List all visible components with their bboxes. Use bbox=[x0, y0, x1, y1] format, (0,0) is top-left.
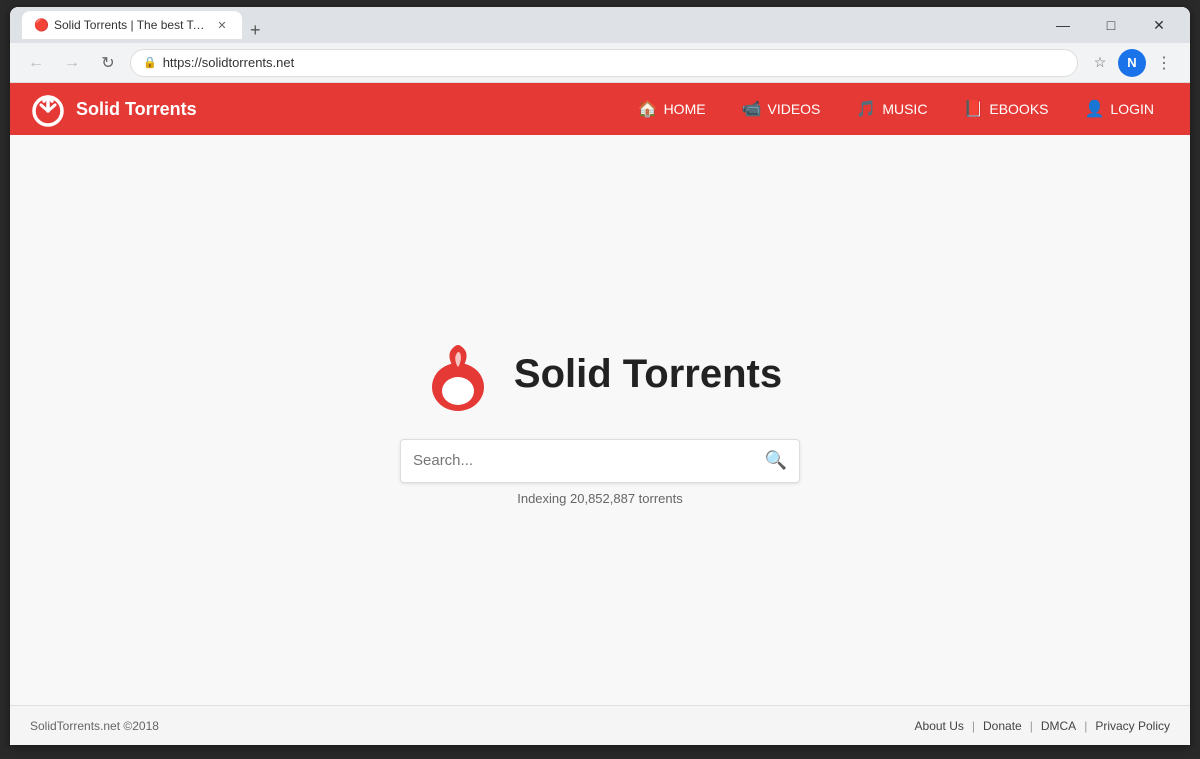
user-icon: 👤 bbox=[1085, 99, 1105, 119]
search-container: 🔍 Indexing 20,852,887 torrents bbox=[400, 439, 800, 506]
nav-music[interactable]: 🎵 MUSIC bbox=[840, 91, 943, 127]
forward-button[interactable]: → bbox=[58, 49, 86, 77]
reload-button[interactable]: ↻ bbox=[94, 49, 122, 77]
site-main: Solid Torrents 🔍 Indexing 20,852,887 tor… bbox=[10, 135, 1190, 705]
music-icon: 🎵 bbox=[856, 99, 876, 119]
video-icon: 📹 bbox=[742, 99, 762, 119]
search-icon[interactable]: 🔍 bbox=[765, 450, 787, 471]
hero-logo-icon bbox=[418, 335, 498, 415]
nav-ebooks[interactable]: 📕 EBOOKS bbox=[947, 91, 1064, 127]
nav-login[interactable]: 👤 LOGIN bbox=[1069, 91, 1171, 127]
new-tab-button[interactable]: + bbox=[242, 21, 269, 39]
nav-videos[interactable]: 📹 VIDEOS bbox=[726, 91, 837, 127]
title-bar: 🔴 Solid Torrents | The best Torrent ✕ + … bbox=[10, 7, 1190, 43]
footer-donate[interactable]: Donate bbox=[983, 719, 1022, 733]
footer-about[interactable]: About Us bbox=[915, 719, 964, 733]
tab-favicon-icon: 🔴 bbox=[34, 18, 48, 32]
footer-privacy[interactable]: Privacy Policy bbox=[1095, 719, 1170, 733]
tab-title: Solid Torrents | The best Torrent bbox=[54, 18, 208, 32]
nav-music-label: MUSIC bbox=[882, 101, 927, 117]
url-bar[interactable]: 🔒 https://solidtorrents.net bbox=[130, 49, 1078, 77]
footer-links: About Us | Donate | DMCA | Privacy Polic… bbox=[915, 719, 1170, 733]
profile-button[interactable]: N bbox=[1118, 49, 1146, 77]
site-logo-icon bbox=[30, 91, 66, 127]
website-content: Solid Torrents 🏠 HOME 📹 VIDEOS 🎵 MUSIC 📕 bbox=[10, 83, 1190, 745]
tab-close-button[interactable]: ✕ bbox=[214, 17, 230, 33]
url-text: https://solidtorrents.net bbox=[163, 55, 1065, 70]
back-button[interactable]: ← bbox=[22, 49, 50, 77]
browser-tab[interactable]: 🔴 Solid Torrents | The best Torrent ✕ bbox=[22, 11, 242, 39]
site-footer: SolidTorrents.net ©2018 About Us | Donat… bbox=[10, 705, 1190, 745]
address-actions: ☆ N ⋮ bbox=[1086, 49, 1178, 77]
footer-sep-1: | bbox=[972, 719, 975, 733]
nav-home[interactable]: 🏠 HOME bbox=[622, 91, 722, 127]
hero-logo-text: Solid Torrents bbox=[514, 352, 782, 397]
maximize-button[interactable]: □ bbox=[1088, 7, 1134, 43]
site-navigation: Solid Torrents 🏠 HOME 📹 VIDEOS 🎵 MUSIC 📕 bbox=[10, 83, 1190, 135]
site-nav-links: 🏠 HOME 📹 VIDEOS 🎵 MUSIC 📕 EBOOKS 👤 bbox=[622, 91, 1170, 127]
nav-ebooks-label: EBOOKS bbox=[989, 101, 1048, 117]
nav-videos-label: VIDEOS bbox=[767, 101, 820, 117]
footer-dmca[interactable]: DMCA bbox=[1041, 719, 1076, 733]
minimize-button[interactable]: — bbox=[1040, 7, 1086, 43]
home-icon: 🏠 bbox=[638, 99, 658, 119]
lock-icon: 🔒 bbox=[143, 56, 157, 69]
search-subtitle: Indexing 20,852,887 torrents bbox=[517, 491, 683, 506]
site-logo[interactable]: Solid Torrents bbox=[30, 91, 197, 127]
hero-section: Solid Torrents 🔍 Indexing 20,852,887 tor… bbox=[400, 335, 800, 506]
nav-home-label: HOME bbox=[664, 101, 706, 117]
address-bar: ← → ↻ 🔒 https://solidtorrents.net ☆ N ⋮ bbox=[10, 43, 1190, 83]
nav-login-label: LOGIN bbox=[1110, 101, 1154, 117]
search-input[interactable] bbox=[413, 452, 757, 469]
menu-button[interactable]: ⋮ bbox=[1150, 49, 1178, 77]
footer-sep-2: | bbox=[1030, 719, 1033, 733]
search-bar[interactable]: 🔍 bbox=[400, 439, 800, 483]
site-logo-text: Solid Torrents bbox=[76, 99, 197, 120]
footer-copyright: SolidTorrents.net ©2018 bbox=[30, 719, 159, 733]
close-button[interactable]: ✕ bbox=[1136, 7, 1182, 43]
ebook-icon: 📕 bbox=[963, 99, 983, 119]
footer-sep-3: | bbox=[1084, 719, 1087, 733]
tab-bar: 🔴 Solid Torrents | The best Torrent ✕ + bbox=[18, 11, 1032, 39]
hero-logo: Solid Torrents bbox=[418, 335, 782, 415]
bookmark-button[interactable]: ☆ bbox=[1086, 49, 1114, 77]
window-controls: — □ ✕ bbox=[1040, 7, 1182, 43]
